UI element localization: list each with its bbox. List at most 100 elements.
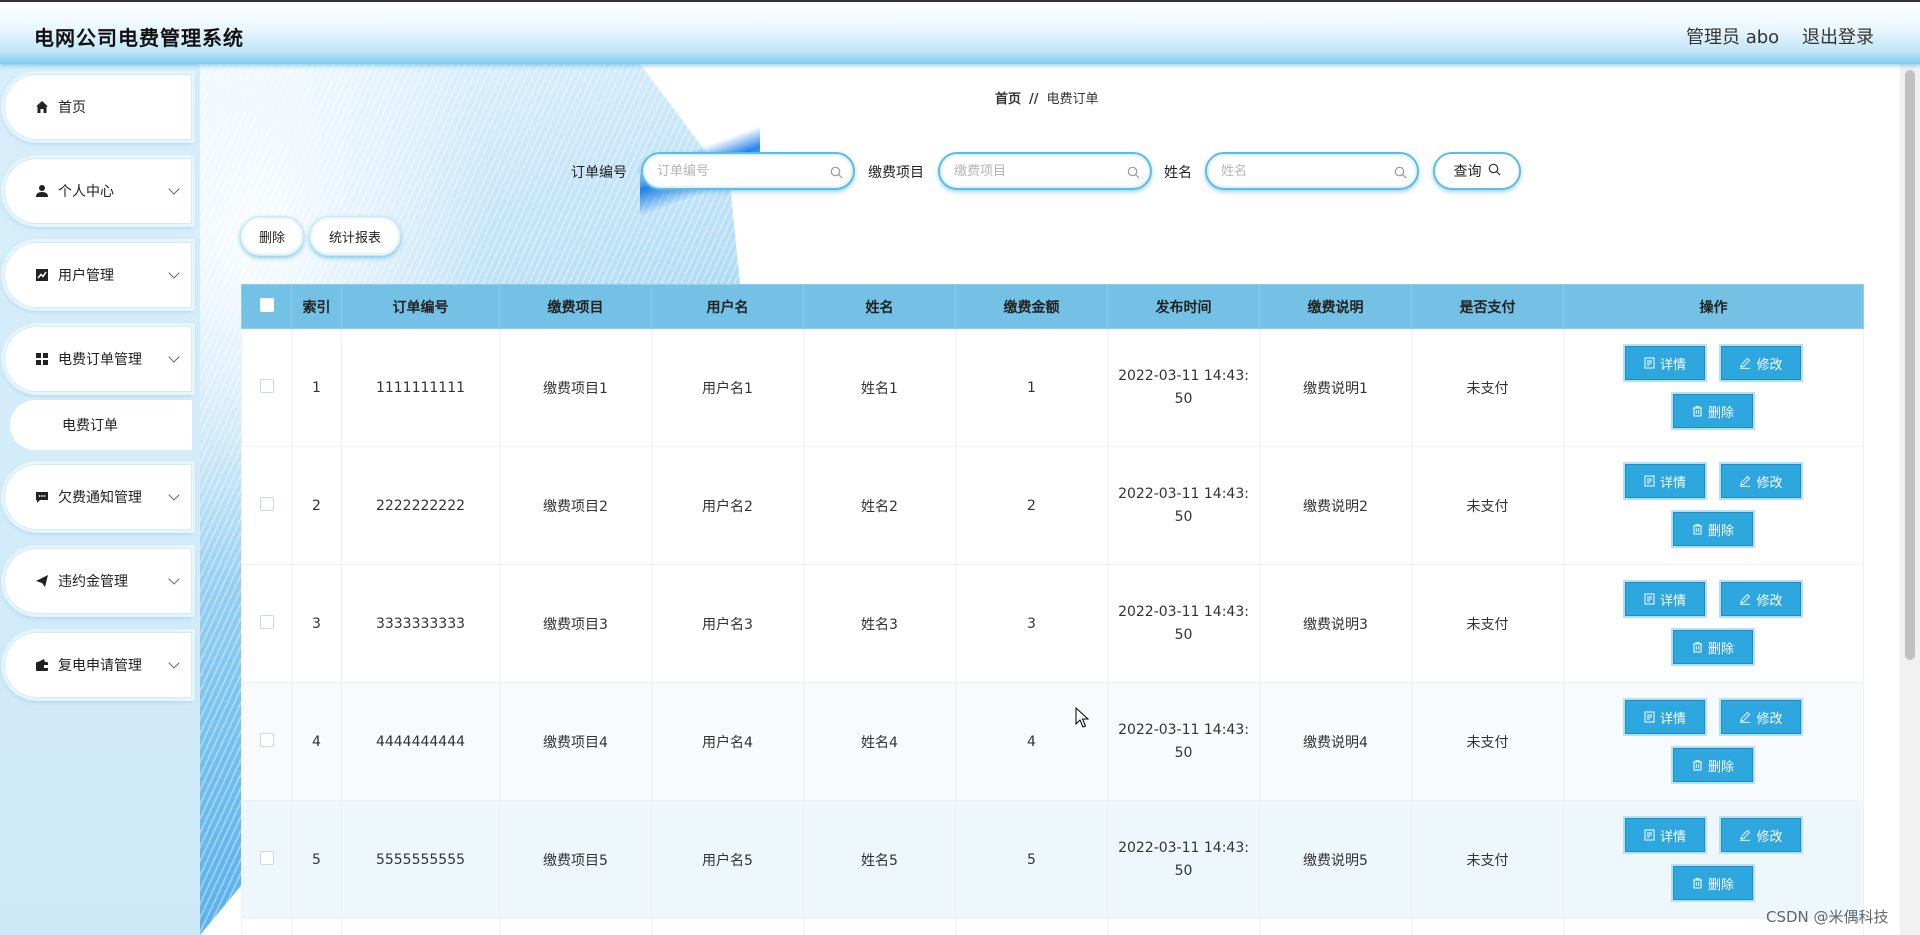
cell-desc: 缴费说明4 (1259, 682, 1412, 801)
detail-button-label: 详情 (1659, 711, 1686, 727)
search-icon (830, 164, 843, 183)
home-icon (34, 99, 50, 115)
detail-button-label: 详情 (1659, 357, 1686, 373)
cell-desc: 缴费说明2 (1259, 446, 1412, 565)
detail-button[interactable]: 详情 (1625, 700, 1705, 734)
row-select-cell[interactable] (241, 682, 292, 801)
row-checkbox[interactable] (259, 614, 274, 629)
trash-icon (1692, 405, 1703, 417)
table-cell (651, 918, 804, 935)
send-icon (34, 573, 50, 589)
cell-item: 缴费项目5 (499, 800, 652, 919)
select-all-checkbox[interactable] (259, 297, 274, 312)
row-operations: 详情 修改删除 (1563, 800, 1864, 919)
edit-button-label: 修改 (1756, 711, 1783, 727)
table-row (241, 918, 1864, 935)
cell-amount: 4 (955, 682, 1108, 801)
delete-row-button[interactable]: 删除 (1673, 748, 1753, 782)
edit-button[interactable]: 修改 (1721, 582, 1801, 616)
row-checkbox[interactable] (259, 850, 274, 865)
delete-button-label: 删除 (1707, 759, 1734, 775)
payment-item-label: 缴费项目 (868, 165, 924, 181)
detail-button[interactable]: 详情 (1625, 582, 1705, 616)
cell-order: 2222222222 (341, 446, 500, 565)
detail-button[interactable]: 详情 (1625, 464, 1705, 498)
name-label: 姓名 (1164, 165, 1192, 181)
sidebar-item-personal-center[interactable]: 个人中心 (4, 158, 192, 224)
name-field[interactable] (1205, 152, 1419, 190)
edit-button[interactable]: 修改 (1721, 818, 1801, 852)
delete-row-button[interactable]: 删除 (1673, 630, 1753, 664)
delete-row-button[interactable]: 删除 (1673, 866, 1753, 900)
detail-button[interactable]: 详情 (1625, 346, 1705, 380)
column-header: 是否支付 (1411, 284, 1564, 329)
edit-button[interactable]: 修改 (1721, 700, 1801, 734)
logout-link[interactable]: 退出登录 (1802, 23, 1874, 49)
query-button[interactable]: 查询 (1433, 152, 1521, 190)
vertical-scrollbar[interactable] (1900, 64, 1920, 935)
sidebar-item-label: 个人中心 (58, 184, 114, 200)
document-icon (1644, 357, 1655, 369)
payment-item-input[interactable] (954, 154, 1124, 188)
chevron-down-icon (168, 183, 180, 195)
edit-button[interactable]: 修改 (1721, 464, 1801, 498)
detail-button[interactable]: 详情 (1625, 818, 1705, 852)
cell-order: 1111111111 (341, 328, 500, 447)
grid-icon (34, 351, 50, 367)
cell-user: 用户名1 (651, 328, 804, 447)
admin-name: 管理员 abo (1686, 27, 1780, 48)
sidebar-item-label: 用户管理 (58, 268, 114, 284)
sidebar-item-reconnect-application[interactable]: 复电申请管理 (4, 632, 192, 698)
statistics-report-button[interactable]: 统计报表 (309, 216, 401, 256)
row-select-cell[interactable] (241, 446, 292, 565)
row-operations: 详情 修改删除 (1563, 564, 1864, 683)
select-all-cell[interactable] (241, 284, 292, 329)
breadcrumb-current: 电费订单 (1046, 92, 1099, 107)
row-select-cell[interactable] (241, 564, 292, 683)
row-checkbox[interactable] (259, 496, 274, 511)
cell-idx: 1 (291, 328, 342, 447)
sidebar-subitem-electricity-order[interactable]: 电费订单 (10, 400, 192, 450)
table-cell (1259, 918, 1412, 935)
cell-paid: 未支付 (1411, 682, 1564, 801)
delete-row-button[interactable]: 删除 (1673, 512, 1753, 546)
sidebar-item-order-management[interactable]: 电费订单管理 (4, 326, 192, 392)
chart-icon (34, 267, 50, 283)
cell-idx: 5 (291, 800, 342, 919)
delete-button-label: 删除 (1707, 523, 1734, 539)
sidebar-item-user-management[interactable]: 用户管理 (4, 242, 192, 308)
batch-delete-button[interactable]: 删除 (240, 216, 304, 256)
sidebar-item-arrears-notice[interactable]: 欠费通知管理 (4, 464, 192, 530)
row-operations: 详情 修改删除 (1563, 446, 1864, 565)
search-icon (1127, 164, 1140, 183)
delete-row-button[interactable]: 删除 (1673, 394, 1753, 428)
row-checkbox[interactable] (259, 732, 274, 747)
name-input[interactable] (1221, 154, 1391, 188)
row-select-cell[interactable] (241, 328, 292, 447)
edit-icon (1739, 829, 1751, 841)
edit-icon (1739, 593, 1751, 605)
cell-order: 4444444444 (341, 682, 500, 801)
order-number-input[interactable] (657, 154, 827, 188)
order-number-field[interactable] (641, 152, 855, 190)
trash-icon (1692, 759, 1703, 771)
edit-button[interactable]: 修改 (1721, 346, 1801, 380)
column-header: 操作 (1563, 284, 1864, 329)
delete-button-label: 删除 (1707, 877, 1734, 893)
sidebar-item-penalty-management[interactable]: 违约金管理 (4, 548, 192, 614)
scrollbar-thumb[interactable] (1905, 70, 1915, 660)
search-icon (1394, 164, 1407, 183)
trash-icon (1692, 523, 1703, 535)
row-select-cell[interactable] (241, 800, 292, 919)
payment-item-field[interactable] (938, 152, 1152, 190)
row-checkbox[interactable] (259, 378, 274, 393)
breadcrumb-home[interactable]: 首页 (995, 92, 1021, 107)
breadcrumb-separator: // (1029, 92, 1039, 107)
chevron-down-icon (168, 573, 180, 585)
detail-button-label: 详情 (1659, 829, 1686, 845)
message-icon (34, 489, 50, 505)
cell-time: 2022-03-11 14:43:50 (1107, 682, 1260, 801)
sidebar-item-home[interactable]: 首页 (4, 74, 192, 140)
sidebar-item-label: 复电申请管理 (58, 658, 142, 674)
main-content: 首页 // 电费订单 订单编号 缴费项目 姓名 查询 (200, 64, 1900, 935)
